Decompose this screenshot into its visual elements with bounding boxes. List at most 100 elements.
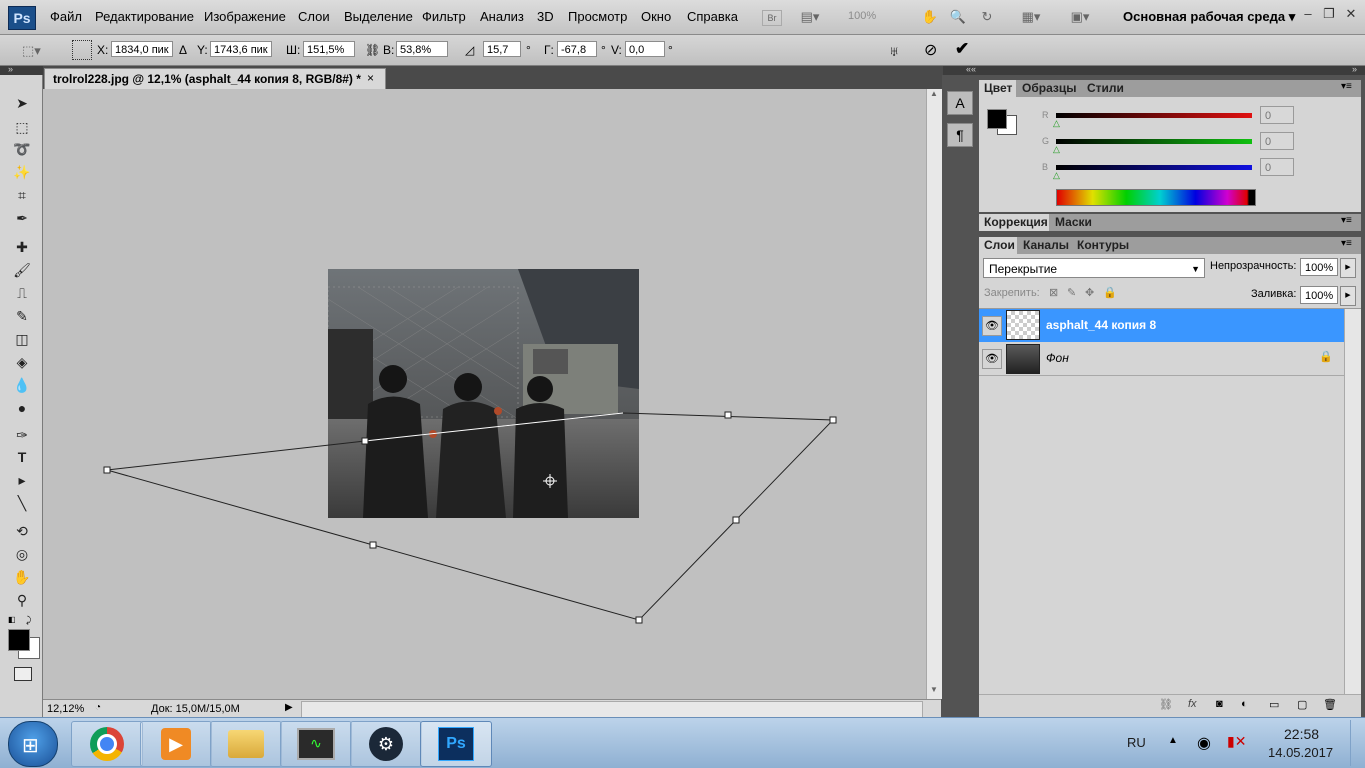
taskbar-task-manager[interactable]: ∿ — [280, 721, 352, 767]
character-panel-icon[interactable]: A — [947, 91, 973, 115]
tab-masks[interactable]: Маски — [1050, 214, 1096, 231]
fill-field[interactable]: 100% — [1300, 286, 1338, 304]
3d-rotate-icon[interactable]: ⟲ — [11, 521, 33, 541]
tab-paths[interactable]: Контуры — [1072, 237, 1135, 254]
restore-icon[interactable]: ❐ — [1318, 6, 1340, 24]
menu-edit[interactable]: Редактирование — [95, 9, 194, 24]
vskew-field[interactable]: 0,0 — [625, 41, 665, 57]
language-indicator[interactable]: RU — [1127, 735, 1146, 750]
layers-panel-menu-icon[interactable]: ▾≡ — [1341, 238, 1352, 249]
workspace-switcher[interactable]: Основная рабочая среда ▾ — [1123, 9, 1295, 25]
r-slider[interactable] — [1056, 113, 1252, 118]
taskbar-steam[interactable]: ⚙ — [350, 721, 422, 767]
arrange-documents-icon[interactable]: ▦▾ — [1021, 8, 1041, 26]
collapse-mid-icon[interactable]: «« — [966, 64, 976, 74]
layer-name[interactable]: asphalt_44 копия 8 — [1046, 318, 1156, 332]
fx-icon[interactable]: fx — [1188, 698, 1197, 710]
r-value[interactable]: 0 — [1260, 106, 1294, 124]
b-slider-thumb-icon[interactable]: △ — [1053, 170, 1060, 181]
y-field[interactable]: 1743,6 пик — [210, 41, 272, 57]
paragraph-panel-icon[interactable]: ¶ — [947, 123, 973, 147]
new-layer-icon[interactable]: ▢ — [1297, 698, 1307, 711]
tray-expand-icon[interactable]: ▲ — [1168, 735, 1178, 746]
trash-icon[interactable]: 🗑 — [1323, 698, 1337, 711]
pen-tool-icon[interactable]: ✑ — [11, 425, 33, 445]
move-tool-icon[interactable]: ➤ — [11, 93, 33, 113]
x-field[interactable]: 1834,0 пик — [111, 41, 173, 57]
layer-row[interactable]: 👁 Фон 🔒 — [979, 342, 1344, 376]
g-slider-thumb-icon[interactable]: △ — [1053, 144, 1060, 155]
magic-wand-icon[interactable]: ✨ — [11, 162, 33, 182]
taskbar-photoshop[interactable]: Ps — [420, 721, 492, 767]
status-options-icon[interactable]: ◔ — [95, 702, 101, 713]
eye-icon[interactable]: 👁 — [982, 349, 1002, 369]
lock-pixels-icon[interactable]: ✎ — [1067, 286, 1076, 299]
cancel-transform-icon[interactable]: ⊘ — [924, 40, 937, 60]
line-tool-icon[interactable]: ╲ — [11, 493, 33, 513]
warp-icon[interactable]: ♅ — [889, 43, 900, 59]
steam-tray-icon[interactable]: ◉ — [1197, 733, 1211, 753]
extras-icon[interactable]: ▤▾ — [800, 8, 820, 26]
adjustment-layer-icon[interactable]: ◐ — [1241, 698, 1248, 710]
3d-orbit-icon[interactable]: ◎ — [11, 544, 33, 564]
document-close-icon[interactable]: × — [367, 71, 374, 85]
tab-styles[interactable]: Стили — [1082, 80, 1132, 97]
tool-preset-icon[interactable]: ⬚▾ — [22, 43, 41, 59]
document-tab[interactable]: trolrol228.jpg @ 12,1% (asphalt_44 копия… — [44, 68, 386, 90]
opacity-arrow-icon[interactable]: ▶ — [1340, 258, 1356, 278]
taskbar-media-player[interactable]: ▶ — [140, 721, 212, 767]
menu-select[interactable]: Выделение — [344, 9, 413, 24]
zoom-tool-icon[interactable]: ⚲ — [11, 590, 33, 610]
network-icon[interactable]: ▮✕ — [1227, 733, 1246, 750]
width-field[interactable]: 151,5% — [303, 41, 355, 57]
scroll-up-icon[interactable]: ▲ — [930, 89, 938, 98]
eye-icon[interactable]: 👁 — [982, 316, 1002, 336]
layers-scrollbar[interactable] — [1344, 309, 1361, 698]
taskbar-chrome[interactable] — [71, 721, 143, 767]
eraser-icon[interactable]: ◫ — [11, 329, 33, 349]
height-field[interactable]: 53,8% — [396, 41, 448, 57]
tab-channels[interactable]: Каналы — [1018, 237, 1071, 254]
menu-window[interactable]: Окно — [641, 9, 671, 24]
b-value[interactable]: 0 — [1260, 158, 1294, 176]
show-desktop-button[interactable] — [1350, 720, 1365, 766]
tab-swatches[interactable]: Образцы — [1017, 80, 1081, 97]
tab-adjustments[interactable]: Коррекция — [979, 214, 1049, 231]
blend-mode-select[interactable]: Перекрытие ▼ — [983, 258, 1205, 278]
foreground-color-swatch[interactable] — [8, 629, 30, 651]
layer-name[interactable]: Фон — [1046, 351, 1069, 365]
crop-tool-icon[interactable]: ⌗ — [11, 185, 33, 205]
lock-all-icon[interactable]: 🔒 — [1103, 286, 1117, 299]
lock-transparency-icon[interactable]: ⊠ — [1049, 286, 1058, 299]
collapse-right-icon[interactable]: » — [1352, 64, 1357, 74]
fill-arrow-icon[interactable]: ▶ — [1340, 286, 1356, 306]
status-menu-icon[interactable]: ▶ — [285, 702, 293, 713]
add-mask-icon[interactable]: ◙ — [1216, 698, 1223, 710]
menu-3d[interactable]: 3D — [537, 9, 554, 24]
menu-layers[interactable]: Слои — [298, 9, 330, 24]
minimize-icon[interactable]: – — [1297, 6, 1319, 24]
menu-filter[interactable]: Фильтр — [422, 9, 466, 24]
canvas-area[interactable] — [43, 89, 926, 699]
taskbar-explorer[interactable] — [210, 721, 282, 767]
vertical-scrollbar[interactable]: ▲ ▼ — [926, 89, 942, 699]
r-slider-thumb-icon[interactable]: △ — [1053, 118, 1060, 129]
panel-menu-icon[interactable]: ▾≡ — [1341, 81, 1352, 92]
rotate-view-icon[interactable]: ↻ — [977, 8, 997, 26]
default-colors-icon[interactable]: ◧ — [8, 615, 16, 624]
menu-help[interactable]: Справка — [687, 9, 738, 24]
swap-colors-icon[interactable]: ⤸ — [26, 615, 31, 626]
marquee-tool-icon[interactable]: ⬚ — [11, 117, 33, 137]
bridge-icon[interactable]: Br — [762, 10, 782, 26]
b-slider[interactable] — [1056, 165, 1252, 170]
hskew-field[interactable]: -67,8 — [557, 41, 597, 57]
angle-field[interactable]: 15,7 — [483, 41, 521, 57]
hand-tool-icon[interactable]: ✋ — [920, 8, 940, 26]
type-tool-icon[interactable]: T — [11, 447, 33, 467]
commit-transform-icon[interactable]: ✔ — [955, 39, 969, 59]
g-value[interactable]: 0 — [1260, 132, 1294, 150]
fg-color-chip[interactable] — [987, 109, 1007, 129]
menu-image[interactable]: Изображение — [204, 9, 286, 24]
paint-bucket-icon[interactable]: ◈ — [11, 352, 33, 372]
hand-tool-icon[interactable]: ✋ — [11, 567, 33, 587]
